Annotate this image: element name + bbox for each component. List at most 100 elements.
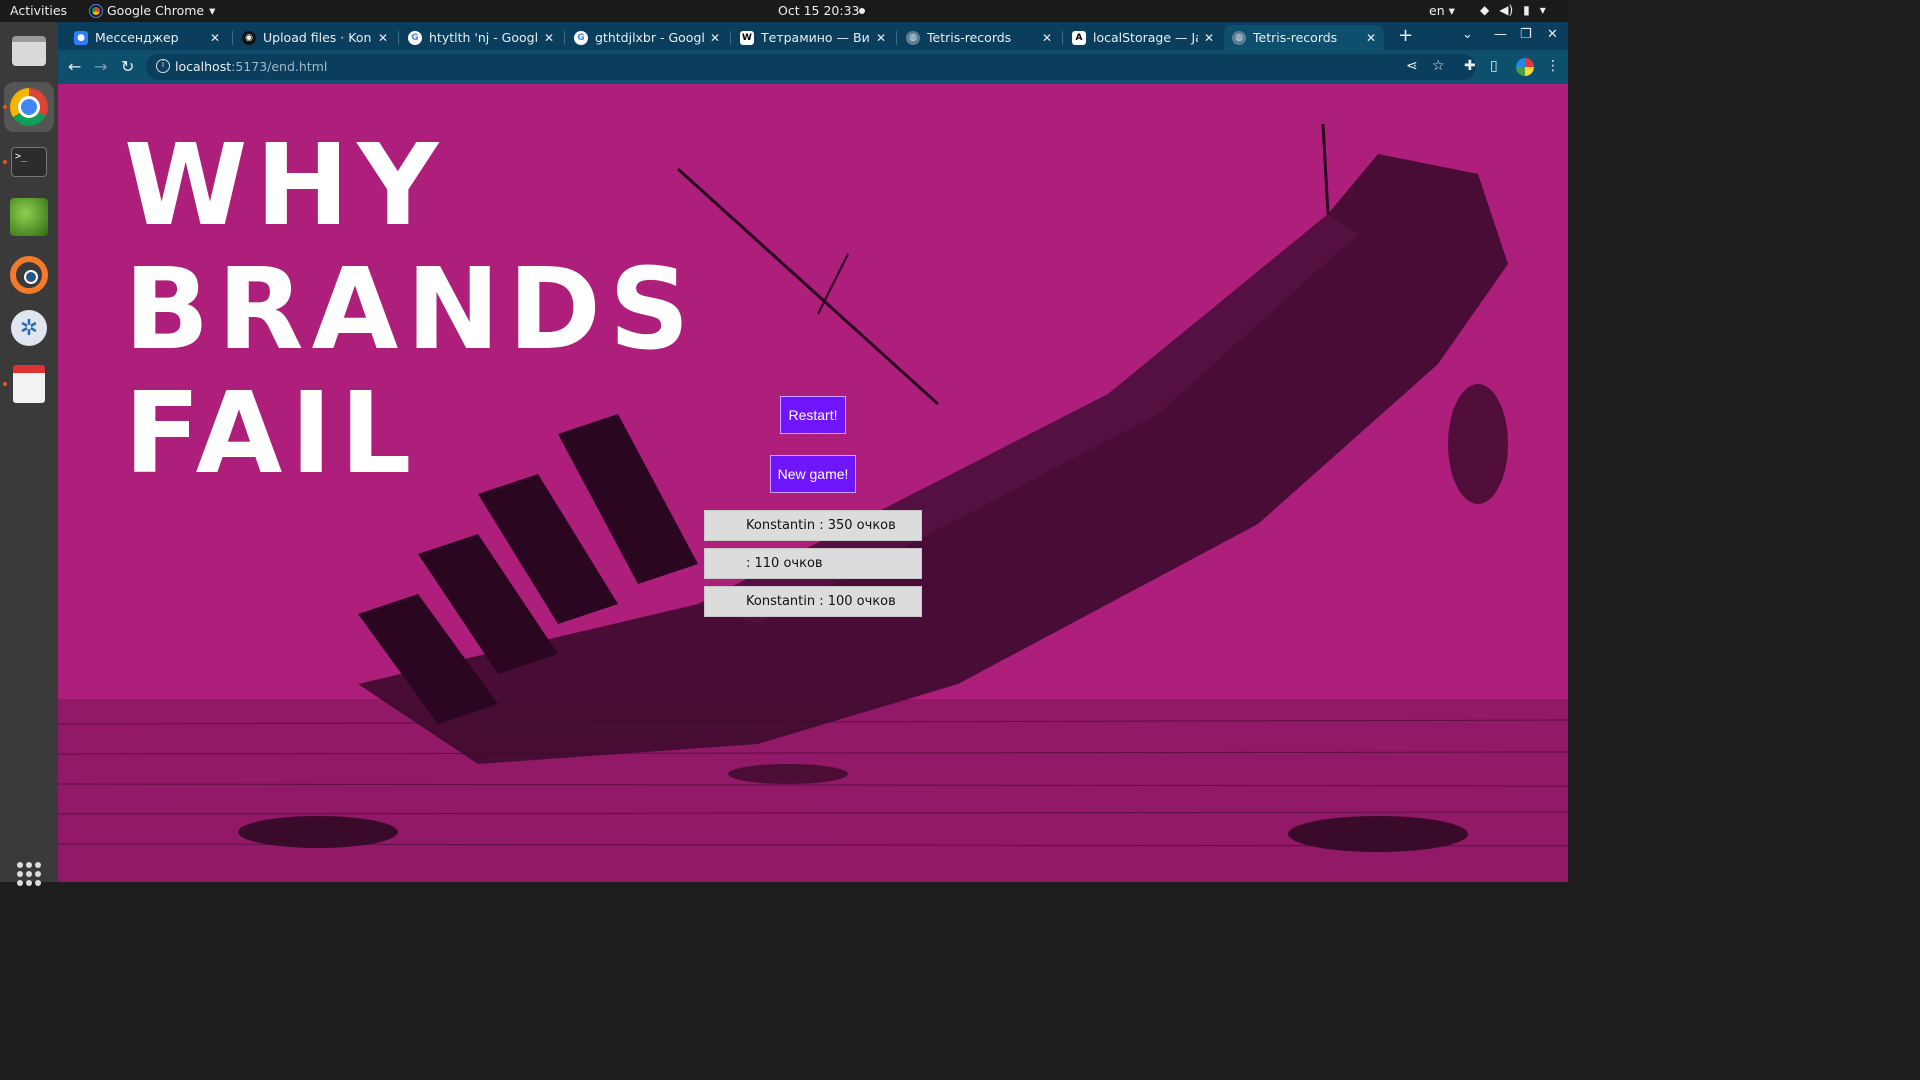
tab-title: Тетрамино — Вики [761,30,870,45]
tab-separator [398,31,399,45]
restore-button[interactable]: ❐ [1520,27,1532,42]
tab-separator [232,31,233,45]
dock-image-viewer[interactable] [9,197,49,237]
close-window-button[interactable]: ✕ [1547,27,1558,42]
new-game-button[interactable]: New game! [770,455,856,493]
back-button[interactable]: ← [68,57,81,76]
close-icon[interactable]: ✕ [1366,31,1376,45]
google-icon: G [408,30,422,45]
headline: WHY BRANDS FAIL [124,124,698,496]
close-icon[interactable]: ✕ [1204,31,1214,45]
document-viewer-icon [13,365,45,403]
tab-google-search-2[interactable]: G gthtdjlxbr - Google ✕ [566,25,728,50]
headline-line: BRANDS [124,245,698,375]
tab-title: Tetris-records [1253,30,1338,45]
tab-title: Мессенджер [95,30,179,45]
running-indicator [3,105,7,109]
tab-separator [896,31,897,45]
blender-icon [10,256,48,294]
dock-chrome[interactable] [4,82,54,132]
running-indicator [3,382,7,386]
headline-line: FAIL [124,369,420,499]
headline-line: WHY [124,121,447,251]
url-host: localhost [175,59,232,74]
wikipedia-icon: W [740,30,754,45]
show-applications-icon[interactable] [17,862,41,886]
browser-window: ● Мессенджер ✕ ◉ Upload files · Konst ✕ … [58,22,1568,882]
page-viewport: WHY BRANDS FAIL Restart! New game! Konst… [58,84,1568,882]
dock-document-viewer[interactable] [9,364,49,404]
notification-dot [859,8,865,14]
info-icon[interactable]: i [156,59,170,73]
image-viewer-icon [10,198,48,236]
tab-separator [1062,31,1063,45]
chevron-down-icon: ▾ [1539,3,1546,17]
tab-strip: ● Мессенджер ✕ ◉ Upload files · Konst ✕ … [58,22,1568,50]
url-path: :5173/end.html [231,59,328,74]
tab-github-upload[interactable]: ◉ Upload files · Konst ✕ [234,25,396,50]
kebab-menu-icon[interactable]: ⋮ [1546,58,1560,74]
close-icon[interactable]: ✕ [544,31,554,45]
wifi-icon: ◆ [1480,3,1490,17]
profile-avatar[interactable] [1516,58,1534,76]
record-item: Konstantin : 100 очков [704,586,922,617]
record-item: Konstantin : 350 очков [704,510,922,541]
close-icon[interactable]: ✕ [210,31,220,45]
bookmark-star-icon[interactable]: ☆ [1432,58,1445,74]
tab-separator [730,31,731,45]
share-icon[interactable]: ⋖ [1406,58,1418,74]
activities-button[interactable]: Activities [10,3,67,18]
dock-vscodium[interactable]: ✲ [9,308,49,348]
tab-google-search-1[interactable]: G htytlth 'nj - Google S ✕ [400,25,562,50]
tab-messenger[interactable]: ● Мессенджер ✕ [66,25,228,50]
dock-blender[interactable] [9,255,49,295]
side-panel-icon[interactable]: ▯ [1490,58,1498,74]
tab-tetris-records-1[interactable]: ◍ Tetris-records ✕ [898,25,1060,50]
tab-tetris-records-active[interactable]: ◍ Tetris-records ✕ [1224,25,1384,50]
restart-button[interactable]: Restart! [780,396,846,434]
close-icon[interactable]: ✕ [876,31,886,45]
dock-files[interactable] [9,31,49,71]
url-text: localhost:5173/end.html [175,59,327,74]
tab-title: localStorage — Jav [1093,30,1198,45]
tab-title: gthtdjlxbr - Google [595,30,704,45]
input-language-menu[interactable]: en ▾ [1429,3,1455,18]
terminal-icon: >_ [11,147,47,177]
tab-title: Tetris-records [927,30,1012,45]
app-menu-label: Google Chrome [107,3,205,18]
forward-button[interactable]: → [94,57,107,76]
new-tab-button[interactable]: + [1398,25,1413,46]
github-icon: ◉ [242,30,256,45]
extensions-icon[interactable]: ✚ [1464,58,1476,74]
close-icon[interactable]: ✕ [710,31,720,45]
chrome-icon [10,88,48,126]
google-icon: G [574,30,588,45]
globe-icon: ◍ [1232,30,1246,45]
tab-separator [564,31,565,45]
close-icon[interactable]: ✕ [1042,31,1052,45]
volume-icon: ◀) [1499,3,1514,17]
dock-terminal[interactable]: >_ [9,142,49,182]
app-menu[interactable]: Google Chrome ▾ [89,3,216,18]
tab-localstorage[interactable]: A localStorage — Jav ✕ [1064,25,1222,50]
language-label: en [1429,3,1445,18]
reload-button[interactable]: ↻ [121,57,134,76]
minimize-button[interactable]: — [1494,27,1507,42]
dock: >_ ✲ [0,22,58,886]
close-icon[interactable]: ✕ [378,31,388,45]
system-tray[interactable]: ◆ ◀) ▮ ▾ [1480,3,1546,17]
globe-icon: ◍ [906,30,920,45]
chrome-icon [89,3,103,18]
tab-search-button[interactable]: ⌄ [1462,27,1473,42]
records-list: Konstantin : 350 очков : 110 очков Konst… [704,510,922,624]
files-icon [12,36,46,66]
vscodium-icon: ✲ [11,310,47,346]
running-indicator [3,160,7,164]
battery-icon: ▮ [1523,3,1530,17]
clock[interactable]: Oct 15 20:33 [778,3,860,18]
tab-wikipedia[interactable]: W Тетрамино — Вики ✕ [732,25,894,50]
address-bar[interactable]: i localhost:5173/end.html [146,54,1476,80]
record-item: : 110 очков [704,548,922,579]
browser-toolbar: ← → ↻ i localhost:5173/end.html ⋖ ☆ ✚ ▯ … [58,50,1568,84]
chevron-down-icon: ▾ [209,3,216,18]
